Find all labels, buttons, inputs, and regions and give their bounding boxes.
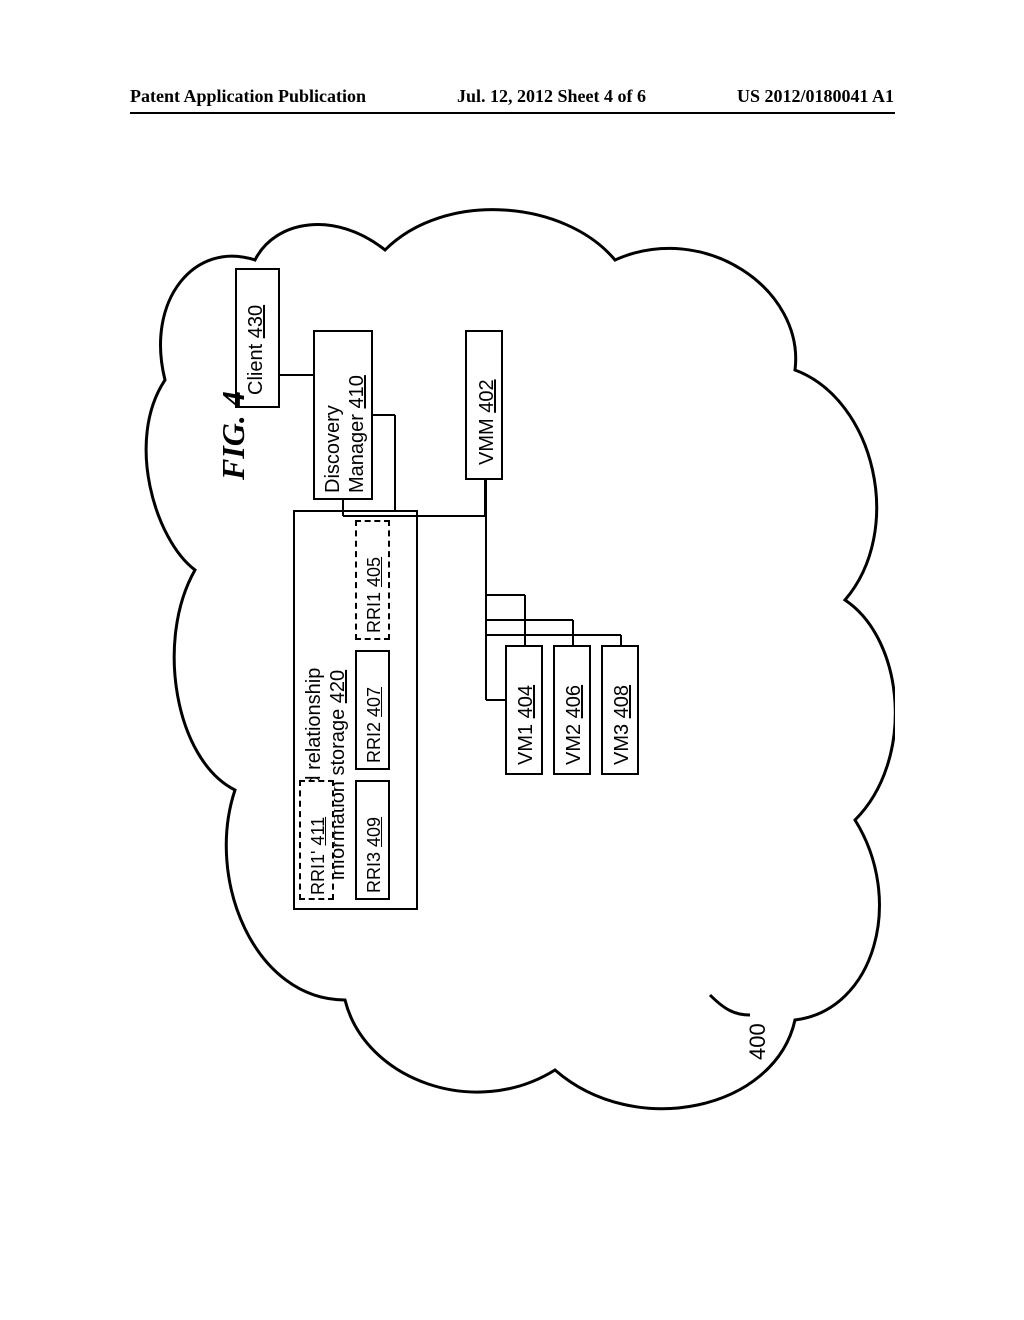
header-rule	[130, 112, 895, 114]
figure-diagram: 400 Client 430 Discovery Manager 410 VMM…	[135, 200, 895, 1150]
header-left: Patent Application Publication	[130, 86, 366, 107]
header-right: US 2012/0180041 A1	[737, 86, 894, 107]
connectors	[135, 200, 895, 1150]
header-center: Jul. 12, 2012 Sheet 4 of 6	[457, 86, 646, 107]
figure-label: FIG. 4	[215, 391, 252, 480]
